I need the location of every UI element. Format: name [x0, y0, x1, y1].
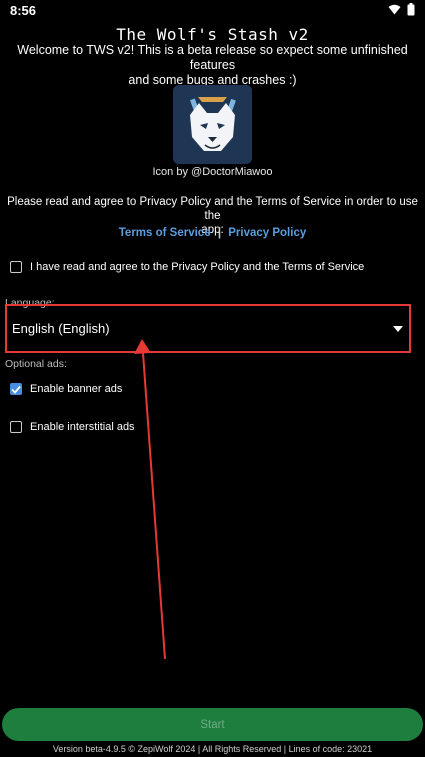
- start-button[interactable]: Start: [2, 708, 423, 741]
- annotation-arrow: [134, 339, 166, 660]
- version-footer: Version beta-4.9.5 © ZepiWolf 2024 | All…: [52, 744, 373, 754]
